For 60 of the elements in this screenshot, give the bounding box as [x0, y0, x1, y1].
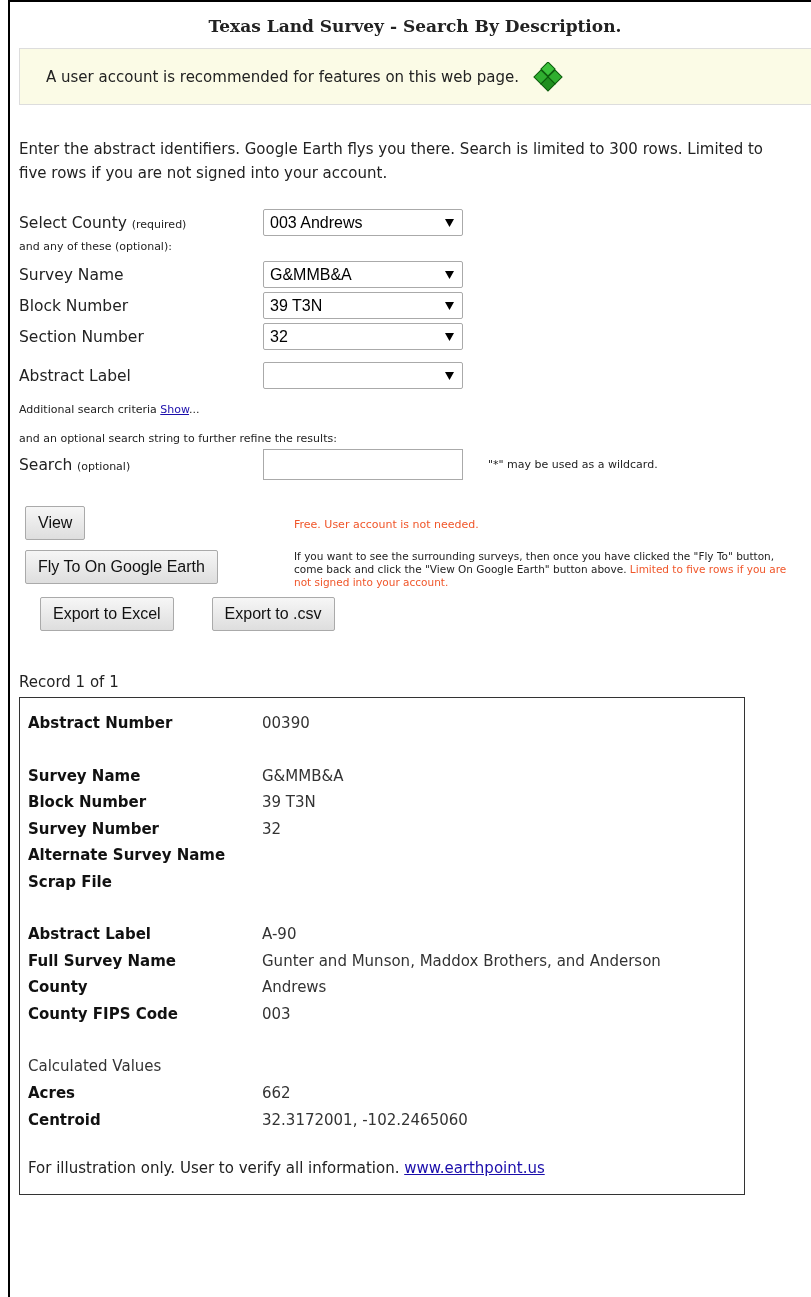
field-label: Abstract Label — [19, 366, 131, 385]
additional-criteria-text: Additional search criteria — [19, 403, 157, 416]
record-label: Full Survey Name — [28, 950, 177, 972]
website-link[interactable]: www.earthpoint.us — [404, 1159, 545, 1177]
optional-caption: and any of these (optional): — [19, 240, 173, 253]
dropdown[interactable] — [263, 362, 463, 389]
record-value: 00390 — [262, 713, 310, 734]
record-count: Record 1 of 1 — [19, 673, 120, 691]
field-note: (required) — [131, 217, 187, 231]
export-button[interactable]: Export to .csv — [211, 597, 335, 631]
record-value: Gunter and Munson, Maddox Brothers, and Anderson — [262, 950, 661, 972]
diamond-icon — [533, 61, 564, 92]
caret-icon — [445, 270, 454, 279]
record-label: County — [28, 977, 89, 998]
record-label: Centroid — [28, 1109, 102, 1131]
group-heading: Calculated Values — [28, 1056, 163, 1077]
caret-icon — [445, 332, 454, 341]
record-value: 32.3172001, -102.2465060 — [262, 1109, 468, 1131]
field-note: (optional) — [77, 459, 131, 473]
search-field[interactable] — [263, 449, 463, 480]
fly-to-note: If you want to see the surrounding surveys, then once you have clicked the "Fly To" button, come back and click the "View On Google Earth" button above. Limited to five rows if you are not signed into your account. — [294, 550, 788, 589]
record-value: 003 — [262, 1003, 291, 1025]
dropdown[interactable]: 39 T3N — [263, 292, 463, 319]
field-label: Block Number — [19, 296, 129, 315]
record-label: Survey Number — [28, 818, 160, 840]
record-value: 662 — [262, 1083, 291, 1104]
county-dropdown[interactable]: 003 Andrews — [263, 209, 463, 236]
dropdown[interactable]: G&MMB&A — [263, 261, 463, 288]
record-label: Block Number — [28, 792, 148, 813]
caret-icon — [445, 218, 454, 227]
caret-icon — [445, 301, 454, 310]
disclaimer-text: For illustration only. User to verify all information. — [28, 1159, 400, 1177]
record-value: A-90 — [262, 924, 297, 945]
view-button[interactable]: View — [25, 506, 86, 540]
page-title: Texas Land Survey - Search By Description. — [207, 16, 623, 36]
record-label: Acres — [28, 1083, 76, 1104]
record-label: Scrap File — [28, 871, 113, 893]
record-label: Alternate Survey Name — [28, 845, 227, 866]
refine-caption: and an optional search string to further refine the results: — [19, 432, 338, 445]
record-label: Abstract Number — [28, 713, 174, 734]
record-value: G&MMB&A — [262, 765, 344, 787]
notice-text: A user account is recommended for features on this web page. — [46, 67, 520, 86]
record-label: Abstract Label — [28, 924, 152, 945]
fly-to-button[interactable]: Fly To On Google Earth — [25, 550, 218, 584]
intro-text: Enter the abstract identifiers. Google Earth flys you there. Search is limited to 300 rows. Limited to five rows if you are not signed into your account. — [19, 139, 765, 184]
show-link[interactable]: Show — [160, 403, 189, 416]
record-value: 39 T3N — [262, 792, 316, 813]
field-label: Search — [19, 455, 73, 474]
dropdown[interactable]: 32 — [263, 323, 463, 350]
record-value: Andrews — [262, 977, 327, 998]
wildcard-hint: "*" may be used as a wildcard. — [488, 458, 658, 471]
record-label: County FIPS Code — [28, 1003, 179, 1025]
caret-icon — [445, 371, 454, 380]
field-label: Select County — [19, 213, 127, 232]
record-value: 32 — [262, 818, 282, 840]
export-button[interactable]: Export to Excel — [40, 597, 174, 631]
field-label: Survey Name — [19, 265, 124, 284]
record-label: Survey Name — [28, 765, 142, 787]
free-note: Free. User account is not needed. — [294, 518, 479, 531]
field-label: Section Number — [19, 327, 144, 346]
